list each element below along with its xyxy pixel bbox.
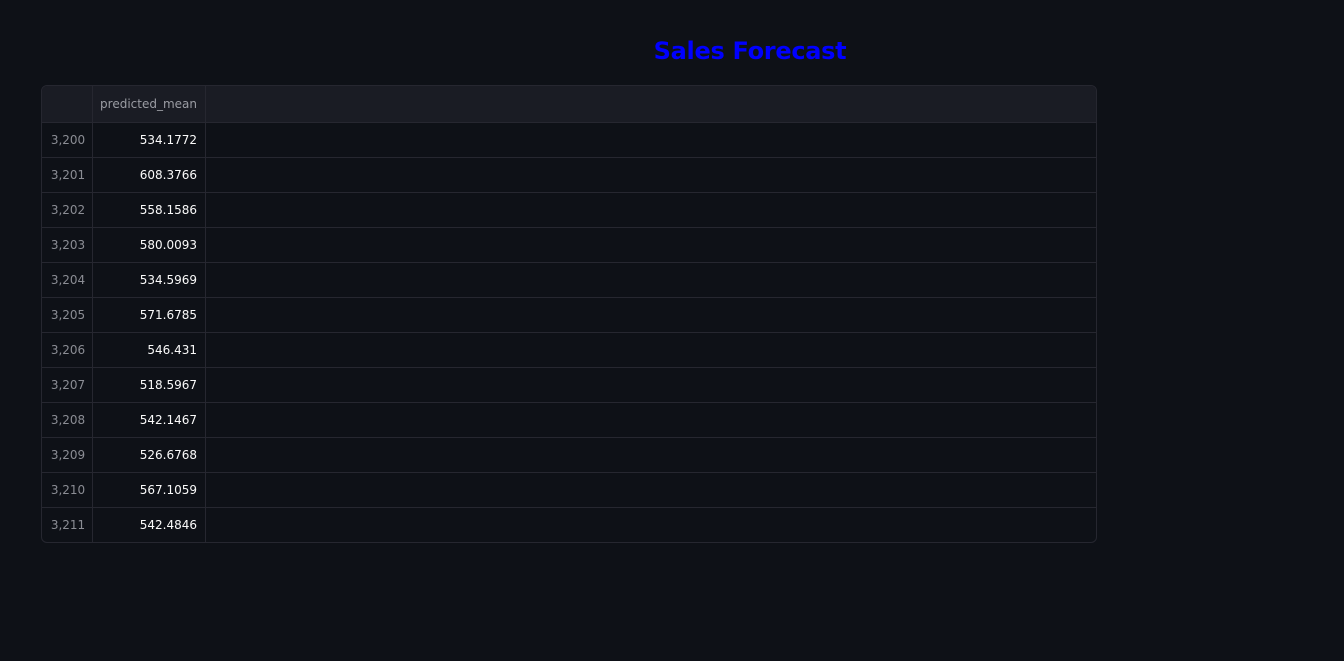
row-filler xyxy=(206,333,1096,367)
table-row[interactable]: 3,205 571.6785 xyxy=(42,297,1096,332)
predicted-mean-cell[interactable]: 542.1467 xyxy=(93,403,206,437)
predicted-mean-cell[interactable]: 518.5967 xyxy=(93,368,206,402)
row-index: 3,208 xyxy=(42,403,93,437)
table-row[interactable]: 3,210 567.1059 xyxy=(42,472,1096,507)
table-row[interactable]: 3,201 608.3766 xyxy=(42,157,1096,192)
predicted-mean-cell[interactable]: 567.1059 xyxy=(93,473,206,507)
predicted-mean-cell[interactable]: 534.5969 xyxy=(93,263,206,297)
row-filler xyxy=(206,228,1096,262)
table-row[interactable]: 3,211 542.4846 xyxy=(42,507,1096,542)
header-filler xyxy=(206,86,1096,122)
row-filler xyxy=(206,298,1096,332)
row-filler xyxy=(206,158,1096,192)
predicted-mean-cell[interactable]: 542.4846 xyxy=(93,508,206,542)
row-filler xyxy=(206,473,1096,507)
row-index: 3,205 xyxy=(42,298,93,332)
index-header xyxy=(42,86,93,122)
table-row[interactable]: 3,209 526.6768 xyxy=(42,437,1096,472)
row-filler xyxy=(206,263,1096,297)
table-row[interactable]: 3,206 546.431 xyxy=(42,332,1096,367)
table-row[interactable]: 3,204 534.5969 xyxy=(42,262,1096,297)
row-index: 3,211 xyxy=(42,508,93,542)
row-filler xyxy=(206,123,1096,157)
predicted-mean-cell[interactable]: 571.6785 xyxy=(93,298,206,332)
row-index: 3,207 xyxy=(42,368,93,402)
row-index: 3,206 xyxy=(42,333,93,367)
row-filler xyxy=(206,403,1096,437)
predicted-mean-cell[interactable]: 608.3766 xyxy=(93,158,206,192)
row-index: 3,201 xyxy=(42,158,93,192)
table-row[interactable]: 3,203 580.0093 xyxy=(42,227,1096,262)
app-page: Sales Forecast predicted_mean 3,200 534.1… xyxy=(0,0,1344,661)
table-row[interactable]: 3,202 558.1586 xyxy=(42,192,1096,227)
table-row[interactable]: 3,200 534.1772 xyxy=(42,122,1096,157)
predicted-mean-cell[interactable]: 580.0093 xyxy=(93,228,206,262)
predicted-mean-cell[interactable]: 558.1586 xyxy=(93,193,206,227)
row-filler xyxy=(206,508,1096,542)
predicted-mean-cell[interactable]: 526.6768 xyxy=(93,438,206,472)
page-title: Sales Forecast xyxy=(653,37,847,65)
table-row[interactable]: 3,207 518.5967 xyxy=(42,367,1096,402)
row-index: 3,200 xyxy=(42,123,93,157)
column-header-predicted-mean[interactable]: predicted_mean xyxy=(93,86,206,122)
table-header-row: predicted_mean xyxy=(42,86,1096,122)
forecast-dataframe[interactable]: predicted_mean 3,200 534.1772 3,201 608.376… xyxy=(41,85,1097,543)
table-row[interactable]: 3,208 542.1467 xyxy=(42,402,1096,437)
row-index: 3,202 xyxy=(42,193,93,227)
row-index: 3,203 xyxy=(42,228,93,262)
row-filler xyxy=(206,438,1096,472)
predicted-mean-cell[interactable]: 546.431 xyxy=(93,333,206,367)
row-filler xyxy=(206,368,1096,402)
row-index: 3,209 xyxy=(42,438,93,472)
row-index: 3,204 xyxy=(42,263,93,297)
row-filler xyxy=(206,193,1096,227)
row-index: 3,210 xyxy=(42,473,93,507)
predicted-mean-cell[interactable]: 534.1772 xyxy=(93,123,206,157)
